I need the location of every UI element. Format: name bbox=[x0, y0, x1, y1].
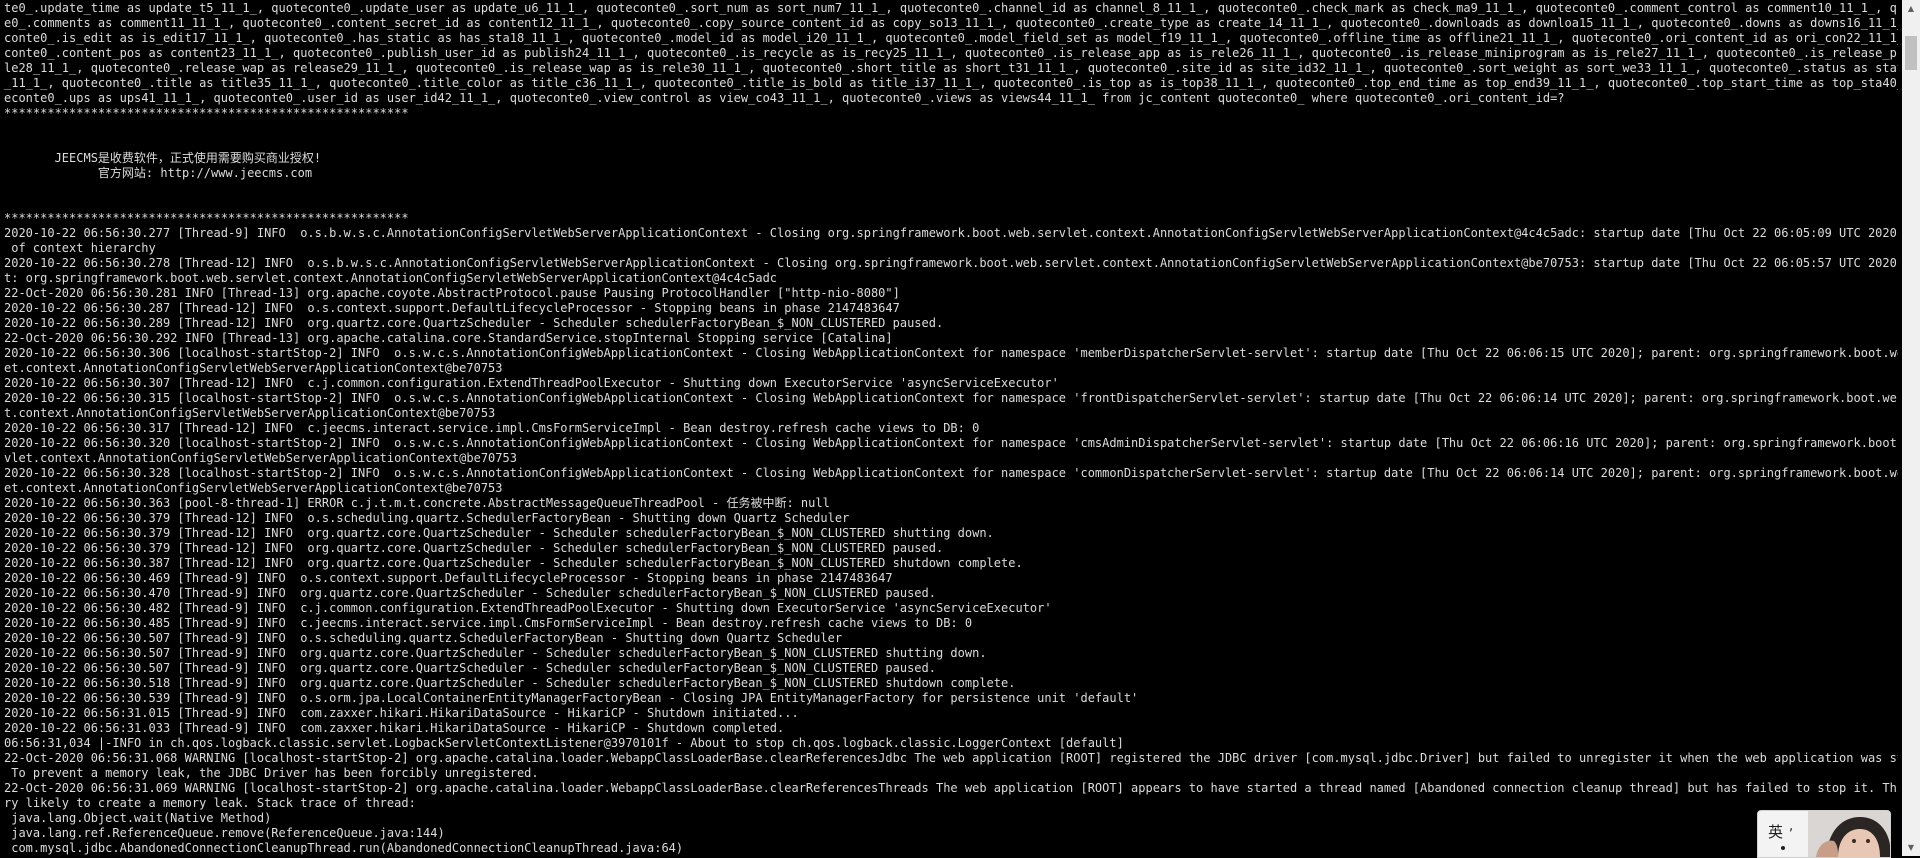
scroll-up-arrow-icon[interactable]: ▲ bbox=[1902, 0, 1920, 17]
terminal-line: java.lang.Object.wait(Native Method) bbox=[4, 811, 272, 825]
terminal-line: 06:56:31,034 |-INFO in ch.qos.logback.cl… bbox=[4, 736, 1124, 750]
terminal-line: _11_1_, quoteconte0_.title as title35_11… bbox=[4, 76, 1898, 90]
terminal-line: 2020-10-22 06:56:31.033 [Thread-9] INFO … bbox=[4, 721, 785, 735]
terminal-line: 2020-10-22 06:56:30.315 [localhost-start… bbox=[4, 391, 1898, 405]
terminal-line: 官方网站: http://www.jeecms.com bbox=[4, 166, 313, 180]
terminal-line: vlet.context.AnnotationConfigServletWebS… bbox=[4, 451, 517, 465]
terminal-line: 2020-10-22 06:56:30.470 [Thread-9] INFO … bbox=[4, 586, 936, 600]
terminal-line: econte0_.ups as ups41_11_1_, quoteconte0… bbox=[4, 91, 1565, 105]
terminal-line: le28_11_1_, quoteconte0_.release_wap as … bbox=[4, 61, 1898, 75]
terminal-line: 2020-10-22 06:56:30.277 [Thread-9] INFO … bbox=[4, 226, 1898, 240]
terminal-line: et.context.AnnotationConfigServletWebSer… bbox=[4, 481, 503, 495]
terminal-line: ry likely to create a memory leak. Stack… bbox=[4, 796, 416, 810]
terminal-line: 2020-10-22 06:56:30.507 [Thread-9] INFO … bbox=[4, 631, 843, 645]
terminal-line: 2020-10-22 06:56:30.379 [Thread-12] INFO… bbox=[4, 526, 994, 540]
scroll-thumb[interactable] bbox=[1905, 36, 1917, 70]
terminal-line: 2020-10-22 06:56:30.306 [localhost-start… bbox=[4, 346, 1898, 360]
terminal-line: 22-Oct-2020 06:56:31.069 WARNING [localh… bbox=[4, 781, 1898, 795]
terminal-line: 22-Oct-2020 06:56:31.068 WARNING [localh… bbox=[4, 751, 1898, 765]
avatar-icon[interactable] bbox=[1808, 811, 1890, 857]
terminal-line: ****************************************… bbox=[4, 211, 409, 225]
terminal-line: com.mysql.jdbc.AbandonedConnectionCleanu… bbox=[4, 841, 684, 855]
vertical-scrollbar[interactable]: ▲ ▼ bbox=[1902, 0, 1920, 856]
terminal-line: 2020-10-22 06:56:30.328 [localhost-start… bbox=[4, 466, 1898, 480]
terminal-line: 2020-10-22 06:56:30.379 [Thread-12] INFO… bbox=[4, 511, 850, 525]
terminal-line: 2020-10-22 06:56:30.287 [Thread-12] INFO… bbox=[4, 301, 900, 315]
terminal-line: 2020-10-22 06:56:30.317 [Thread-12] INFO… bbox=[4, 421, 980, 435]
ime-mode-label[interactable]: 英 bbox=[1768, 821, 1783, 842]
scroll-down-arrow-icon[interactable]: ▼ bbox=[1902, 839, 1920, 856]
terminal-line: 2020-10-22 06:56:30.379 [Thread-12] INFO… bbox=[4, 541, 944, 555]
terminal-line: 22-Oct-2020 06:56:30.292 INFO [Thread-13… bbox=[4, 331, 893, 345]
terminal-line: 2020-10-22 06:56:30.363 [pool-8-thread-1… bbox=[4, 496, 830, 510]
terminal-line: of context hierarchy bbox=[4, 241, 156, 255]
terminal-line: 2020-10-22 06:56:30.518 [Thread-9] INFO … bbox=[4, 676, 1016, 690]
terminal-line: 2020-10-22 06:56:30.320 [localhost-start… bbox=[4, 436, 1898, 450]
terminal-line: JEECMS是收费软件，正式使用需要购买商业授权! bbox=[4, 151, 322, 165]
terminal-line: e0_.comments as comment11_11_1_, quoteco… bbox=[4, 16, 1898, 30]
terminal-line: 22-Oct-2020 06:56:30.281 INFO [Thread-13… bbox=[4, 286, 900, 300]
terminal-line: To prevent a memory leak, the JDBC Drive… bbox=[4, 766, 539, 780]
terminal-line: 2020-10-22 06:56:30.507 [Thread-9] INFO … bbox=[4, 646, 987, 660]
terminal-line: 2020-10-22 06:56:31.015 [Thread-9] INFO … bbox=[4, 706, 799, 720]
terminal-line: 2020-10-22 06:56:30.289 [Thread-12] INFO… bbox=[4, 316, 944, 330]
terminal-line: ****************************************… bbox=[4, 106, 409, 120]
avatar-image bbox=[1808, 811, 1890, 857]
ime-toolbar[interactable]: 英 , bbox=[1757, 810, 1891, 858]
ime-status-dot bbox=[1781, 846, 1785, 850]
terminal-line: 2020-10-22 06:56:30.485 [Thread-9] INFO … bbox=[4, 616, 973, 630]
terminal-line: 2020-10-22 06:56:30.307 [Thread-12] INFO… bbox=[4, 376, 1059, 390]
terminal-line: 2020-10-22 06:56:30.278 [Thread-12] INFO… bbox=[4, 256, 1898, 270]
ime-punctuation-label[interactable]: , bbox=[1789, 819, 1793, 834]
terminal-line: te0_.update_time as update_t5_11_1_, quo… bbox=[4, 1, 1898, 15]
terminal-line: java.lang.ref.ReferenceQueue.remove(Refe… bbox=[4, 826, 445, 840]
terminal-line: t.context.AnnotationConfigServletWebServ… bbox=[4, 406, 496, 420]
terminal-line: et.context.AnnotationConfigServletWebSer… bbox=[4, 361, 503, 375]
terminal-line: conte0_.content_pos as content23_11_1_, … bbox=[4, 46, 1898, 60]
terminal-line: 2020-10-22 06:56:30.387 [Thread-12] INFO… bbox=[4, 556, 1023, 570]
terminal-output: te0_.update_time as update_t5_11_1_, quo… bbox=[4, 1, 1898, 856]
terminal-line: 2020-10-22 06:56:30.507 [Thread-9] INFO … bbox=[4, 661, 936, 675]
terminal-line: 2020-10-22 06:56:30.539 [Thread-9] INFO … bbox=[4, 691, 1139, 705]
terminal-line: conte0_.is_edit as is_edit17_11_1_, quot… bbox=[4, 31, 1898, 45]
terminal-window[interactable]: te0_.update_time as update_t5_11_1_, quo… bbox=[0, 0, 1902, 856]
terminal-line: 2020-10-22 06:56:30.482 [Thread-9] INFO … bbox=[4, 601, 1052, 615]
terminal-line: 2020-10-22 06:56:30.469 [Thread-9] INFO … bbox=[4, 571, 893, 585]
terminal-line: t: org.springframework.boot.web.servlet.… bbox=[4, 271, 778, 285]
